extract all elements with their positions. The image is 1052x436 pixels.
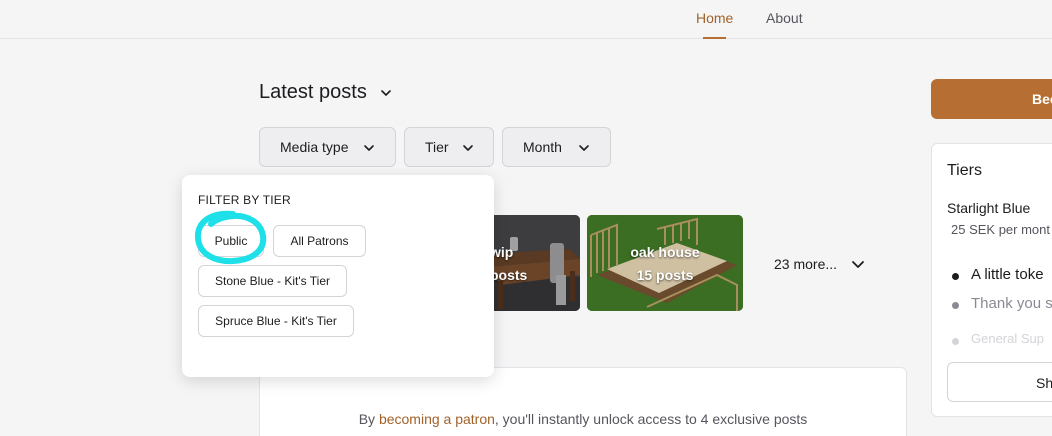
unlock-message: By becoming a patron, you'll instantly u… [260, 411, 906, 427]
tier-name: Starlight Blue [947, 200, 1031, 216]
tier-option-all-patrons[interactable]: All Patrons [273, 225, 366, 257]
month-filter-label: Month [523, 139, 562, 155]
top-navigation: Home About [0, 0, 1052, 39]
chevron-down-icon[interactable] [379, 86, 393, 100]
collection-tile-oak-house[interactable]: oak house 15 posts [587, 215, 743, 311]
latest-posts-title[interactable]: Latest posts [259, 81, 367, 104]
tiers-card: Tiers Starlight Blue 25 SEK per mont A l… [931, 143, 1052, 417]
tier-benefit: General Sup [952, 331, 1044, 346]
active-tab-indicator [703, 37, 726, 39]
tier-price: 25 SEK per mont [951, 222, 1050, 237]
unlock-suffix: , you'll instantly unlock access to 4 ex… [494, 411, 808, 427]
tier-option-public[interactable]: Public [198, 225, 264, 257]
collection-thumbnail [587, 215, 743, 311]
locked-posts-card: By becoming a patron, you'll instantly u… [259, 367, 907, 436]
tier-option-stone-blue[interactable]: Stone Blue - Kit's Tier [198, 265, 347, 297]
show-more-button[interactable]: Sh [947, 362, 1052, 402]
chevron-down-icon[interactable] [851, 257, 865, 271]
tiers-heading: Tiers [947, 162, 982, 179]
show-more-button-label: Sh [1036, 375, 1052, 391]
nav-about-link[interactable]: About [766, 10, 803, 26]
more-collections-link[interactable]: 23 more... [774, 256, 837, 272]
become-patron-button-label: Bec [1032, 91, 1052, 107]
media-type-filter-label: Media type [280, 139, 349, 155]
media-type-filter-button[interactable]: Media type [259, 127, 396, 167]
tier-filter-dropdown: FILTER BY TIER Public All Patrons Stone … [182, 175, 494, 377]
tier-benefit: A little toke [952, 266, 1044, 283]
chevron-down-icon [463, 145, 473, 151]
month-filter-button[interactable]: Month [502, 127, 611, 167]
nav-home-link[interactable]: Home [696, 10, 733, 26]
unlock-prefix: By [358, 411, 379, 427]
collection-name: oak house [630, 244, 700, 260]
become-patron-link[interactable]: becoming a patron [379, 411, 495, 427]
become-patron-button[interactable]: Bec [931, 79, 1052, 119]
tier-filter-label: Tier [425, 139, 449, 155]
collection-post-count: 15 posts [636, 267, 694, 283]
dropdown-heading: FILTER BY TIER [198, 193, 291, 207]
tier-benefit: Thank you s [952, 295, 1052, 312]
chevron-down-icon [579, 145, 589, 151]
tier-option-spruce-blue[interactable]: Spruce Blue - Kit's Tier [198, 305, 354, 337]
chevron-down-icon [364, 145, 374, 151]
tier-filter-button[interactable]: Tier [404, 127, 494, 167]
